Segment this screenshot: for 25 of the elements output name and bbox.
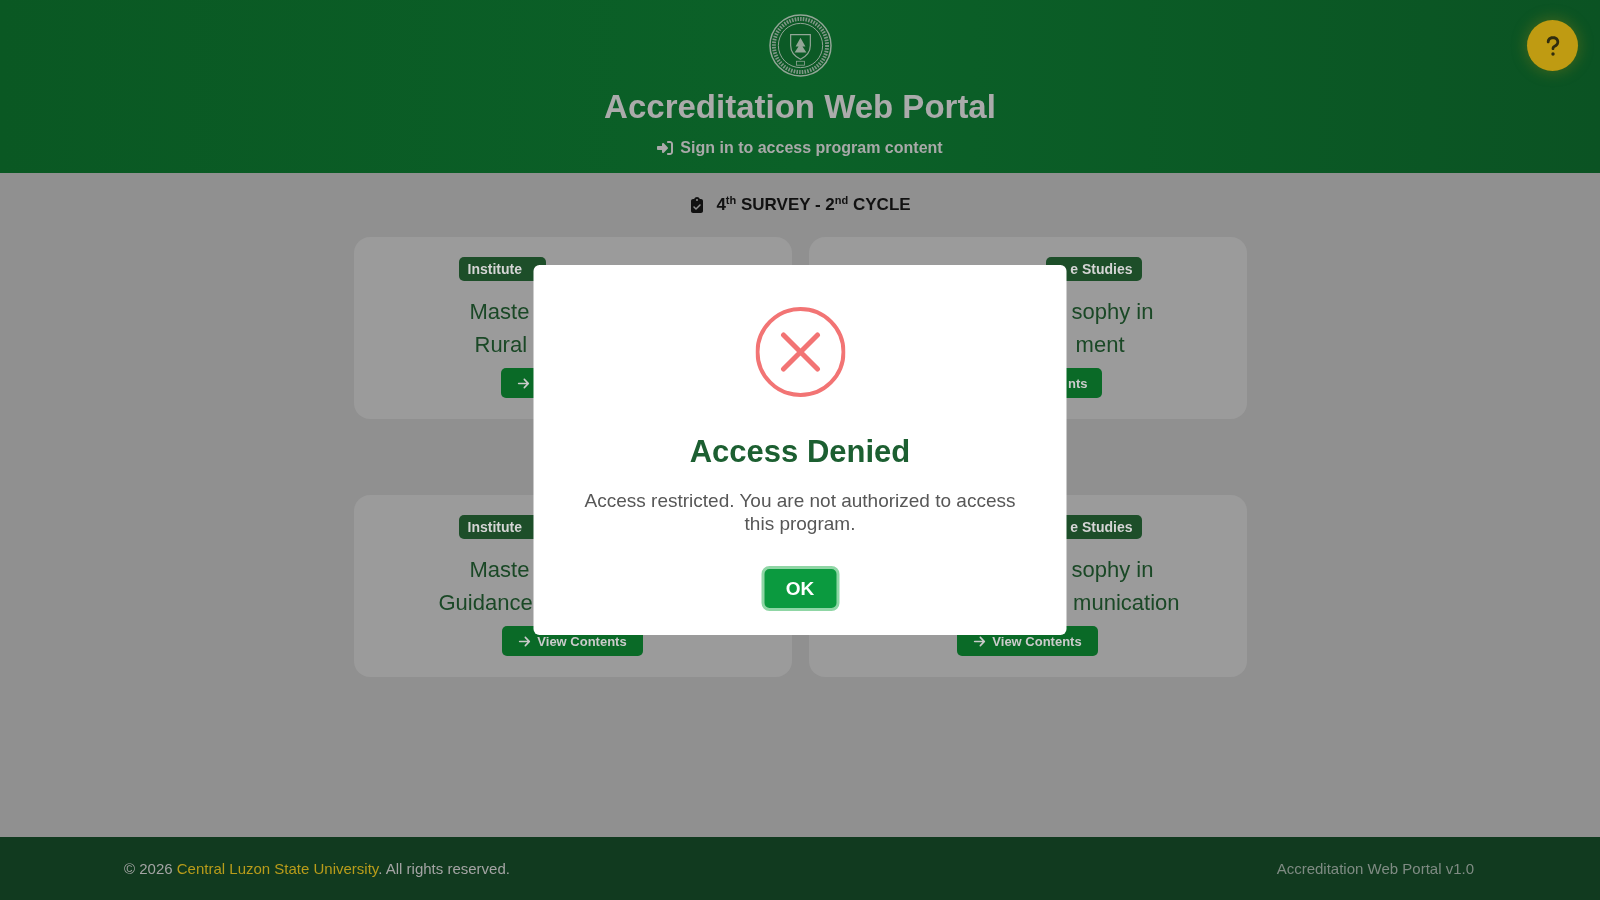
program-title: Maste	[469, 555, 530, 584]
department-badge: Institute	[458, 257, 546, 281]
arrow-right-icon	[516, 376, 530, 390]
arrow-right-icon	[518, 634, 532, 648]
arrow-right-icon	[973, 634, 987, 648]
program-title: Maste	[469, 297, 530, 326]
dialog-title: Access Denied	[689, 433, 911, 471]
program-title: Guidance	[438, 588, 533, 617]
clipboard-check-icon	[689, 197, 706, 213]
sign-in-prompt: Sign in to access program content	[680, 138, 943, 158]
program-title: Rural	[474, 330, 528, 359]
program-title: sophy in	[1071, 297, 1154, 326]
version-text: Accreditation Web Portal v1.0	[1276, 860, 1474, 877]
survey-heading: 4$^{th}$ SURVEY - 2$^{nd}$ CYCLE	[716, 193, 911, 216]
x-circle-icon	[755, 307, 845, 397]
seal-logo	[768, 14, 832, 77]
program-title: munication	[1073, 588, 1180, 617]
program-title: ment	[1075, 330, 1125, 359]
ok-button[interactable]: OK	[761, 566, 839, 611]
sign-in-icon	[657, 140, 674, 156]
university-link[interactable]: Central Luzon State University	[176, 860, 379, 877]
copyright-text: © 2026 Central Luzon State University. All rights reserved.	[124, 860, 510, 877]
dialog-message: Access restricted. You are not authorized to access this program.	[583, 489, 1017, 535]
portal-title: Accreditation Web Portal	[604, 87, 996, 127]
program-title: sophy in	[1071, 555, 1154, 584]
